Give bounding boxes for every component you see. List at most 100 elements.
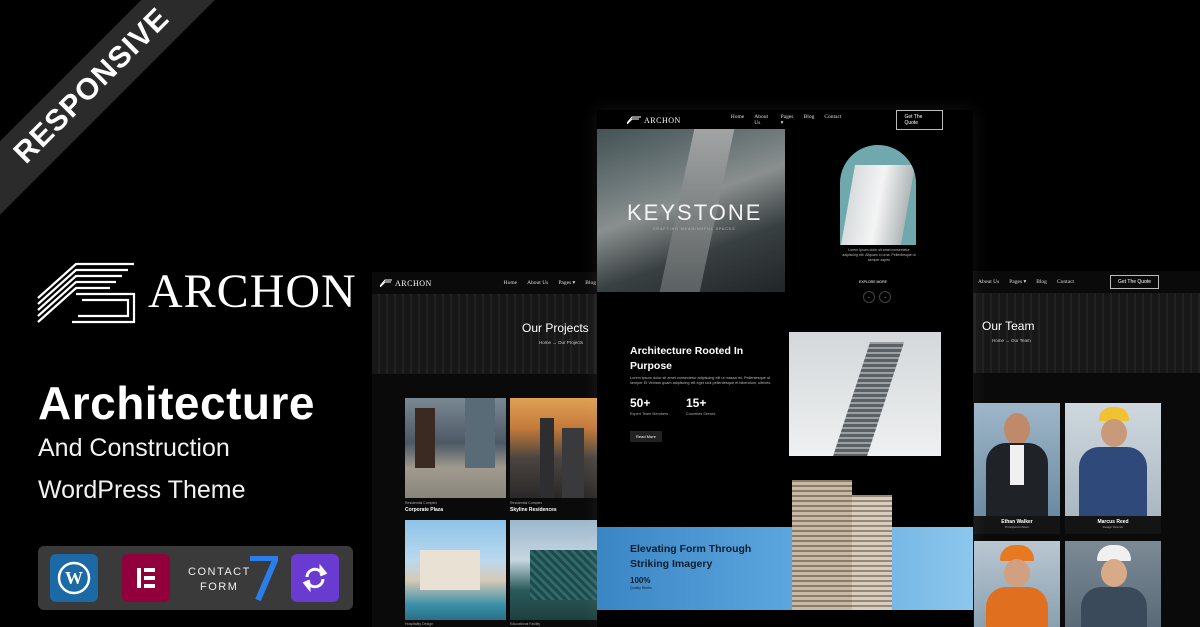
nav-blog[interactable]: Blog [585,280,596,286]
hero-title: KEYSTONE [627,200,763,225]
archon-logo-icon [37,262,136,324]
team-quote-button[interactable]: Get The Quote [1110,275,1160,289]
wordpress-icon: W [50,554,98,602]
nav-logo-icon [380,279,392,287]
home-nav-pages-label: Pages [780,114,794,120]
home-nav: ARCHON Home About Us Pages ▾ Blog Contac… [597,110,973,130]
explore-more-button[interactable]: EXPLORE MORE [859,280,887,284]
nav-logo-text: ARCHON [395,278,432,288]
team-member-photo-1[interactable] [974,403,1060,516]
project-name-2[interactable]: Skyline Residences [510,507,557,513]
home-nav-links: Home About Us Pages ▾ Blog Contact [731,114,842,126]
banner-building-image-2 [852,495,892,610]
about-image [789,332,941,456]
hero-tagline: CRAFTING MEANINGFUL SPACES [653,227,736,231]
stat-1-value: 50+ [630,396,651,410]
project-category-4: Educational Facility [510,622,541,626]
headline: Architecture [38,377,315,429]
read-more-button[interactable]: Read More [630,431,662,442]
projects-mockup: ARCHON Home About Us Pages ▾ Blog Our Pr… [372,272,604,627]
team-title: Our Team [982,319,1035,333]
team-member-photo-4[interactable] [1065,541,1161,627]
banner-title-2: Striking Imagery [630,558,713,570]
projects-title: Our Projects [522,321,589,335]
home-nav-pages[interactable]: Pages ▾ [781,114,794,126]
team-breadcrumb: Home → Our Team [992,338,1031,343]
home-mockup: ARCHON Home About Us Pages ▾ Blog Contac… [597,110,973,627]
contact-form-line2: FORM [200,581,239,593]
brand-name: ARCHON [148,264,357,318]
team-nav-about[interactable]: About Us [978,279,999,285]
nav-pages-label: Pages [558,280,572,286]
projects-banner: Our Projects Home → Our Projects [372,294,604,374]
team-member-info-1: Ethan Walker Principal Architect [974,516,1060,534]
ribbon-label: RESPONSIVE [0,0,230,225]
slider-prev-button[interactable]: ← [863,291,875,303]
team-breadcrumb-current: Our Team [1011,338,1031,343]
project-image-2[interactable] [510,398,604,498]
contact-form-icon: CONTACT FORM [186,556,278,602]
home-nav-home[interactable]: Home [731,114,744,126]
banner-stat-label: Quality Works [630,586,652,590]
subheadline-1: And Construction [38,434,230,462]
contact-form-line1: CONTACT [188,566,251,578]
project-category-3: Hospitality Design [405,622,434,626]
nav-about[interactable]: About Us [527,280,548,286]
team-nav-links: About Us Pages ▾ Blog Contact [978,279,1074,285]
nav-pages[interactable]: Pages ▾ [558,280,575,286]
project-image-4[interactable] [510,520,604,620]
team-nav-pages-label: Pages [1009,279,1023,285]
team-nav: About Us Pages ▾ Blog Contact Get The Qu… [968,271,1200,293]
subheadline-2: WordPress Theme [38,476,246,504]
responsive-ribbon: RESPONSIVE [0,0,230,230]
home-nav-blog[interactable]: Blog [804,114,815,126]
nav-home[interactable]: Home [504,280,517,286]
about-title-2: Purpose [630,360,673,372]
projects-nav-links: Home About Us Pages ▾ Blog [504,280,596,286]
breadcrumb-home[interactable]: Home [539,340,551,345]
about-title-1: Architecture Rooted In [630,345,744,357]
home-nav-contact[interactable]: Contact [824,114,841,126]
team-member-role-2: Design Director [1102,525,1124,529]
hero-arch-image [840,145,916,245]
breadcrumb-sep: → [552,340,557,345]
projects-nav-logo[interactable]: ARCHON [380,279,432,288]
sync-icon [291,554,339,602]
home-nav-logo-icon [627,116,641,124]
svg-text:W: W [65,568,83,588]
team-member-info-2: Marcus Reed Design Director [1065,516,1161,534]
team-nav-pages[interactable]: Pages ▾ [1009,279,1026,285]
stat-2-value: 15+ [686,396,707,410]
project-category-2: Residential Complex [510,501,543,505]
team-nav-blog[interactable]: Blog [1036,279,1047,285]
project-category-1: Residential Complex [405,501,438,505]
elementor-icon [122,554,170,602]
home-nav-logo[interactable]: ARCHON [627,116,681,125]
brand-logo: ARCHON [36,258,357,324]
team-nav-contact[interactable]: Contact [1057,279,1074,285]
team-member-photo-2[interactable] [1065,403,1161,516]
plugin-bar: W CONTACT FORM [38,546,353,610]
home-nav-about[interactable]: About Us [754,114,770,126]
banner-title-1: Elevating Form Through [630,543,752,555]
team-breadcrumb-sep: → [1005,338,1010,343]
hero-text: Lorem ipsum dolor sit amet consectetur a… [842,248,916,262]
banner-stat: 100% [630,576,651,585]
stat-1-label: Expert Team Members [630,412,669,416]
team-mockup: About Us Pages ▾ Blog Contact Get The Qu… [968,271,1200,627]
team-banner: Our Team Home → Our Team [968,293,1200,373]
stat-2-label: Countries Served [686,412,716,416]
slider-next-button[interactable]: → [879,291,891,303]
banner-building-image [792,480,852,610]
project-image-3[interactable] [405,520,506,620]
projects-nav: ARCHON Home About Us Pages ▾ Blog [372,272,604,294]
about-text: Lorem ipsum dolor sit amet consectetur a… [630,376,772,385]
projects-breadcrumb: Home → Our Projects [539,340,583,345]
breadcrumb-current: Our Projects [558,340,584,345]
team-breadcrumb-home[interactable]: Home [992,338,1004,343]
home-nav-logo-text: ARCHON [644,115,681,125]
project-image-1[interactable] [405,398,506,498]
project-name-1[interactable]: Corporate Plaza [405,507,443,513]
team-member-photo-3[interactable] [974,541,1060,627]
home-quote-button[interactable]: Get The Quote [896,110,943,130]
